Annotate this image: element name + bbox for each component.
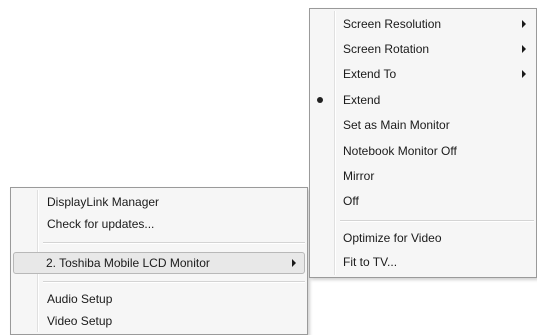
submenu-item-set-as-main-monitor[interactable]: Set as Main Monitor [312, 114, 534, 136]
menu-item-check-for-updates[interactable]: Check for updates... [13, 213, 305, 235]
menu-item-label: Off [343, 194, 359, 208]
menu-separator [43, 281, 305, 283]
menu-item-label: 2. Toshiba Mobile LCD Monitor [46, 256, 210, 270]
menu-item-label: Screen Rotation [343, 42, 430, 56]
menu-item-video-setup[interactable]: Video Setup [13, 310, 305, 332]
menu-item-label: Check for updates... [47, 217, 155, 231]
context-menu-main: DisplayLink Manager Check for updates...… [10, 187, 308, 335]
menu-item-label: Optimize for Video [343, 231, 442, 245]
submenu-item-screen-rotation[interactable]: Screen Rotation [312, 38, 534, 60]
submenu-item-mirror[interactable]: Mirror [312, 165, 534, 187]
chevron-right-icon [292, 259, 296, 267]
context-submenu-monitor: Screen Resolution Screen Rotation Extend… [309, 8, 537, 278]
menu-item-toshiba-monitor[interactable]: 2. Toshiba Mobile LCD Monitor [13, 252, 305, 274]
menu-item-label: Mirror [343, 169, 375, 183]
submenu-item-screen-resolution[interactable]: Screen Resolution [312, 13, 534, 35]
chevron-right-icon [522, 70, 526, 78]
menu-item-audio-setup[interactable]: Audio Setup [13, 288, 305, 310]
menu-item-label: Video Setup [47, 314, 113, 328]
menu-item-label: Screen Resolution [343, 17, 442, 31]
menu-item-displaylink-manager[interactable]: DisplayLink Manager [13, 191, 305, 213]
submenu-item-extend[interactable]: Extend [312, 89, 534, 111]
menu-item-label: Extend To [343, 67, 397, 81]
submenu-item-off[interactable]: Off [312, 190, 534, 212]
submenu-item-fit-to-tv[interactable]: Fit to TV... [312, 251, 534, 273]
radio-bullet-icon [317, 97, 323, 103]
menu-separator [340, 220, 534, 222]
submenu-item-optimize-for-video[interactable]: Optimize for Video [312, 227, 534, 249]
chevron-right-icon [522, 45, 526, 53]
menu-item-label: Notebook Monitor Off [343, 144, 457, 158]
submenu-item-extend-to[interactable]: Extend To [312, 63, 534, 85]
submenu-item-notebook-monitor-off[interactable]: Notebook Monitor Off [312, 140, 534, 162]
menu-separator [43, 242, 305, 244]
chevron-right-icon [522, 20, 526, 28]
menu-item-label: DisplayLink Manager [47, 195, 160, 209]
menu-item-label: Audio Setup [47, 292, 113, 306]
menu-item-label: Fit to TV... [343, 255, 398, 269]
menu-item-label: Extend [343, 93, 381, 107]
menu-item-label: Set as Main Monitor [343, 118, 450, 132]
